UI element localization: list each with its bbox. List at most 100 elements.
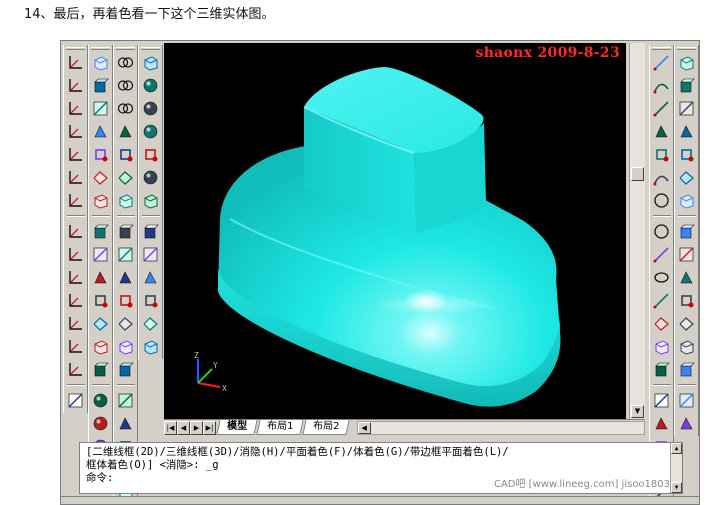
back-view-button[interactable] [90, 190, 111, 211]
spline-button[interactable] [651, 244, 672, 265]
viewport-horizontal-scrollbar[interactable]: ◀ [356, 421, 645, 435]
orbit-button[interactable] [65, 390, 86, 411]
named-ucs-button[interactable] [65, 359, 86, 380]
hidden-button[interactable] [140, 244, 161, 265]
3point-ucs-button[interactable] [65, 244, 86, 265]
move-button[interactable] [676, 167, 697, 188]
arc-button[interactable] [651, 167, 672, 188]
offset-button[interactable] [676, 121, 697, 142]
3d-wireframe-button[interactable] [140, 221, 161, 242]
prev-tab-arrow-icon[interactable]: ◀ [177, 421, 190, 435]
z-rotate-ucs-button[interactable] [65, 313, 86, 334]
tab-layout2[interactable]: 布局2 [302, 420, 351, 435]
copy-button[interactable] [676, 75, 697, 96]
zaxis-ucs-button[interactable] [65, 221, 86, 242]
hatch-button[interactable] [651, 390, 672, 411]
right-view-button[interactable] [90, 144, 111, 165]
move-faces-button[interactable] [115, 336, 136, 357]
slice-button[interactable] [115, 167, 136, 188]
y-rotate-ucs-button[interactable] [65, 290, 86, 311]
gouraud-edges-button[interactable] [140, 336, 161, 357]
cone-solid-button[interactable] [140, 121, 161, 142]
camera-button[interactable] [90, 313, 111, 334]
torus-solid-button[interactable] [140, 167, 161, 188]
command-window[interactable]: [二维线框(2D)/三维线框(3D)/消隐(H)/平面着色(F)/体着色(G)/… [79, 442, 683, 494]
insert-block-button[interactable] [651, 313, 672, 334]
scroll-down-arrow-icon[interactable]: ▼ [631, 405, 644, 418]
sphere-solid-button[interactable] [140, 75, 161, 96]
subtract-button[interactable] [115, 75, 136, 96]
toolbar-grip[interactable] [66, 47, 85, 50]
rotate-button[interactable] [676, 190, 697, 211]
gradient-button[interactable] [651, 413, 672, 434]
2d-wireframe-button[interactable] [140, 190, 161, 211]
intersect-button[interactable] [115, 98, 136, 119]
cylinder-button[interactable] [90, 413, 111, 434]
view-ucs-button[interactable] [65, 167, 86, 188]
fillet-button[interactable] [676, 390, 697, 411]
make-block-button[interactable] [651, 336, 672, 357]
ellipse-button[interactable] [651, 267, 672, 288]
toolbar-grip[interactable] [141, 47, 160, 50]
toolbar-grip[interactable] [91, 47, 110, 50]
ucs-button[interactable] [65, 52, 86, 73]
gouraud-shaded-button[interactable] [140, 290, 161, 311]
polyline-button[interactable] [651, 98, 672, 119]
wedge-button[interactable] [90, 359, 111, 380]
scroll-down-arrow-icon[interactable]: ▼ [671, 482, 682, 493]
revolve-button[interactable] [115, 144, 136, 165]
front-view-button[interactable] [90, 167, 111, 188]
box-solid-button[interactable] [140, 52, 161, 73]
toolbar-grip[interactable] [116, 47, 135, 50]
polygon-button[interactable] [651, 121, 672, 142]
scroll-thumb[interactable] [631, 167, 644, 181]
line-button[interactable] [651, 52, 672, 73]
setup-view-button[interactable] [115, 267, 136, 288]
erase-button[interactable] [676, 52, 697, 73]
section-button[interactable] [115, 190, 136, 211]
construction-line-button[interactable] [651, 75, 672, 96]
left-view-button[interactable] [90, 121, 111, 142]
chamfer-button[interactable] [676, 359, 697, 380]
rectangle-button[interactable] [651, 144, 672, 165]
rotate-faces-button[interactable] [115, 413, 136, 434]
stretch-button[interactable] [676, 244, 697, 265]
top-view-button[interactable] [90, 75, 111, 96]
break-button[interactable] [676, 313, 697, 334]
array-button[interactable] [676, 144, 697, 165]
interfere-button[interactable] [115, 221, 136, 242]
command-scrollbar[interactable]: ▲ ▼ [670, 443, 682, 493]
extend-button[interactable] [676, 290, 697, 311]
extrude-button[interactable] [115, 121, 136, 142]
toolbar-grip[interactable] [677, 47, 696, 50]
ne-iso-button[interactable] [90, 267, 111, 288]
union-button[interactable] [115, 52, 136, 73]
x-rotate-ucs-button[interactable] [65, 267, 86, 288]
origin-ucs-button[interactable] [65, 190, 86, 211]
bottom-view-button[interactable] [90, 98, 111, 119]
mirror-button[interactable] [676, 98, 697, 119]
point-button[interactable] [651, 359, 672, 380]
first-tab-arrow-icon[interactable]: |◀ [164, 421, 177, 435]
trim-button[interactable] [676, 267, 697, 288]
flat-edges-button[interactable] [140, 313, 161, 334]
scale-button[interactable] [676, 221, 697, 242]
tab-model[interactable]: 模型 [216, 420, 258, 435]
extrude-faces-button[interactable] [115, 313, 136, 334]
ucs-previous-button[interactable] [65, 98, 86, 119]
explode-button[interactable] [676, 413, 697, 434]
cone-button[interactable] [90, 390, 111, 411]
viewport-vertical-scrollbar[interactable]: ▼ [629, 43, 645, 419]
revision-cloud-button[interactable] [651, 221, 672, 242]
flat-shaded-button[interactable] [140, 267, 161, 288]
setup-drawing-button[interactable] [115, 244, 136, 265]
next-tab-arrow-icon[interactable]: ▶ [190, 421, 203, 435]
ellipse-arc-button[interactable] [651, 290, 672, 311]
se-iso-button[interactable] [90, 244, 111, 265]
box-button[interactable] [90, 336, 111, 357]
cylinder-solid-button[interactable] [140, 98, 161, 119]
apply-ucs-button[interactable] [65, 336, 86, 357]
nw-iso-button[interactable] [90, 290, 111, 311]
drawing-viewport[interactable]: shaonx 2009-8-23 Z Y X [164, 43, 626, 419]
circle-button[interactable] [651, 190, 672, 211]
